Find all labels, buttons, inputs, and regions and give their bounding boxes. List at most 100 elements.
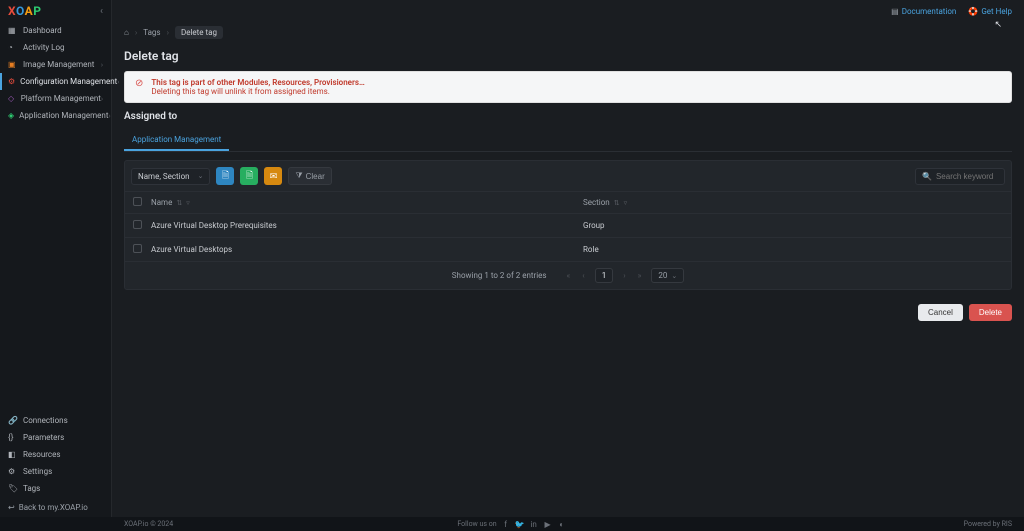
get-help-link[interactable]: 🛟Get Help — [968, 7, 1012, 16]
tabs: Application Management — [124, 130, 1012, 152]
pager-current: 1 — [595, 268, 614, 283]
collapse-sidebar-icon[interactable]: ‹ — [100, 6, 103, 17]
nav-icon: {} — [8, 433, 18, 442]
sidebar-item-parameters[interactable]: {} Parameters — [0, 429, 111, 446]
sort-icon[interactable]: ⇅ — [614, 199, 620, 207]
pager-prev[interactable]: ‹ — [580, 271, 586, 280]
search-input[interactable] — [936, 172, 998, 181]
search-icon: 🔍 — [922, 172, 932, 181]
sidebar-item-activity-log[interactable]: ◔Activity Log — [0, 39, 111, 56]
facebook-icon[interactable]: f — [501, 519, 511, 529]
footer-copyright: XOAP.io © 2024 — [124, 520, 173, 528]
page-title: Delete tag — [124, 49, 1012, 63]
row-checkbox[interactable] — [133, 220, 142, 229]
header-name[interactable]: Name — [151, 198, 172, 207]
logo-area: XOAP ‹ — [0, 0, 111, 22]
pagination: Showing 1 to 2 of 2 entries « ‹ 1 › » 20… — [125, 261, 1011, 289]
sidebar-item-tags[interactable]: 🏷Tags — [0, 480, 111, 497]
cell-name: Azure Virtual Desktop Prerequisites — [151, 221, 583, 230]
documentation-link[interactable]: ▤Documentation — [891, 7, 956, 16]
home-icon[interactable]: ⌂ — [124, 28, 129, 37]
youtube-icon[interactable]: ▶ — [543, 519, 553, 529]
search-box[interactable]: 🔍 — [915, 168, 1005, 185]
assigned-to-heading: Assigned to — [124, 111, 1012, 122]
row-checkbox[interactable] — [133, 244, 142, 253]
nav-icon: ◧ — [8, 450, 18, 459]
export-button-orange[interactable]: ✉ — [264, 167, 282, 185]
pager-last[interactable]: » — [636, 271, 644, 280]
table-row[interactable]: Azure Virtual DesktopsRole — [125, 237, 1011, 261]
footer: XOAP.io © 2024 Follow us on f 🐦 in ▶ ◐ P… — [0, 517, 1024, 531]
back-icon: ↩ — [8, 503, 15, 512]
column-filter-dropdown[interactable]: Name, Section ⌄ — [131, 168, 210, 185]
help-icon: 🛟 — [968, 7, 978, 16]
chevron-right-icon: › — [101, 61, 103, 69]
cell-section: Group — [583, 221, 1003, 230]
page-size-dropdown[interactable]: 20 ⌄ — [651, 268, 684, 283]
export-button-green[interactable]: 🗎 — [240, 167, 258, 185]
nav-icon: ◈ — [8, 111, 14, 120]
chevron-right-icon: › — [101, 95, 103, 103]
table-row[interactable]: Azure Virtual Desktop PrerequisitesGroup — [125, 213, 1011, 237]
sidebar-item-connections[interactable]: 🔗 Connections — [0, 412, 111, 429]
sidebar-item-application-management[interactable]: ◈Application Management› — [0, 107, 111, 124]
crumb-current: Delete tag — [175, 26, 223, 39]
header-section[interactable]: Section — [583, 198, 610, 207]
nav-label: Platform Management — [21, 94, 101, 103]
back-link[interactable]: ↩ Back to my.XOAP.io — [0, 497, 111, 518]
table-header: Name ⇅ ▿ Section ⇅ ▿ — [125, 191, 1011, 213]
topbar: ▤Documentation 🛟Get Help — [112, 0, 1024, 22]
sidebar-bottom: 🔗 Connections {} Parameters ◧Resources ⚙ Setti… — [0, 412, 111, 524]
main-nav: ▦Dashboard◔Activity Log ▣ Image Management… — [0, 22, 111, 412]
sidebar-item-settings[interactable]: ⚙ Settings — [0, 463, 111, 480]
nav-label: Image Management — [23, 60, 94, 69]
sidebar-item-image-management[interactable]: ▣ Image Management › — [0, 56, 111, 73]
nav-label: Parameters — [23, 433, 64, 442]
tab-application-management[interactable]: Application Management — [124, 130, 229, 151]
delete-button[interactable]: Delete — [969, 304, 1012, 321]
nav-icon: ⚙ — [8, 467, 18, 476]
twitter-icon[interactable]: 🐦 — [515, 519, 525, 529]
clear-filters-button[interactable]: ⧩ Clear — [288, 167, 331, 185]
nav-label: Connections — [23, 416, 68, 425]
nav-icon: 🔗 — [8, 416, 18, 425]
warning-title: This tag is part of other Modules, Resou… — [151, 78, 364, 87]
nav-icon: ◇ — [8, 94, 16, 103]
chevron-down-icon: ⌄ — [671, 272, 677, 280]
chevron-right-icon: › — [108, 112, 110, 120]
assigned-table: Name, Section ⌄ 🗎 🗎 ✉ ⧩ Clear 🔍 — [124, 160, 1012, 290]
pager-next[interactable]: › — [621, 271, 627, 280]
footer-follow-label: Follow us on — [457, 520, 496, 528]
linkedin-icon[interactable]: in — [529, 519, 539, 529]
cell-name: Azure Virtual Desktops — [151, 245, 583, 254]
nav-label: Dashboard — [23, 26, 62, 35]
book-icon: ▤ — [891, 7, 899, 16]
warning-banner: ⊘ This tag is part of other Modules, Res… — [124, 71, 1012, 103]
action-bar: Cancel Delete — [124, 298, 1012, 321]
nav-icon: ⚙ — [8, 77, 15, 86]
sidebar-item-resources[interactable]: ◧Resources — [0, 446, 111, 463]
github-icon[interactable]: ◐ — [557, 519, 567, 529]
table-toolbar: Name, Section ⌄ 🗎 🗎 ✉ ⧩ Clear 🔍 — [125, 161, 1011, 191]
cell-section: Role — [583, 245, 1003, 254]
select-all-checkbox[interactable] — [133, 197, 142, 206]
sidebar-item-platform-management[interactable]: ◇ Platform Management› — [0, 90, 111, 107]
sidebar-item-dashboard[interactable]: ▦Dashboard — [0, 22, 111, 39]
nav-label: Settings — [23, 467, 52, 476]
warning-icon: ⊘ — [135, 78, 143, 96]
main-area: ▤Documentation 🛟Get Help ⌂ › Tags › Dele… — [112, 0, 1024, 524]
export-button-blue[interactable]: 🗎 — [216, 167, 234, 185]
filter-icon[interactable]: ▿ — [186, 199, 190, 207]
nav-icon: ▣ — [8, 60, 18, 69]
crumb-tags[interactable]: Tags — [143, 28, 160, 37]
chevron-down-icon: ⌄ — [198, 172, 204, 180]
pager-first[interactable]: « — [565, 271, 573, 280]
footer-powered: Powered by RIS — [964, 520, 1012, 528]
cancel-button[interactable]: Cancel — [918, 304, 963, 321]
filter-icon[interactable]: ▿ — [624, 199, 628, 207]
sort-icon[interactable]: ⇅ — [176, 199, 182, 207]
funnel-icon: ⧩ — [295, 171, 302, 181]
sidebar-item-configuration-management[interactable]: ⚙Configuration Management› — [0, 73, 111, 90]
nav-icon: ◔ — [8, 43, 18, 52]
pager-info: Showing 1 to 2 of 2 entries — [452, 271, 547, 280]
